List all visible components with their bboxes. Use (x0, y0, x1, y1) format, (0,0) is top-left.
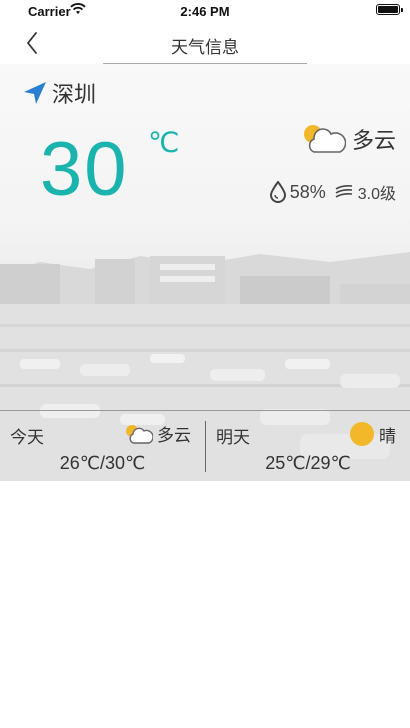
humidity-drop-icon (269, 181, 286, 203)
wind-icon (335, 185, 352, 198)
sun-icon (350, 422, 374, 446)
forecast-condition-label: 多云 (157, 426, 191, 445)
forecast-condition: 晴 (349, 421, 396, 447)
weather-details: 58% 3.0级 (269, 180, 396, 204)
location-arrow-icon (24, 82, 46, 104)
status-bar: Carrier 2:46 PM (0, 0, 410, 22)
partly-cloudy-icon (126, 424, 153, 444)
nav-bar: 天气信息 (0, 22, 410, 64)
page-title: 天气信息 (171, 38, 239, 57)
day-label: 明天 (216, 428, 250, 447)
partly-cloudy-icon (303, 125, 346, 153)
forecast-today: 今天 多云 26℃/30℃ (0, 411, 205, 482)
temperature-range: 26℃/30℃ (59, 453, 146, 473)
day-label: 今天 (10, 428, 44, 447)
temperature-unit: ℃ (148, 127, 180, 158)
status-time: 2:46 PM (180, 4, 230, 19)
forecast-condition-label: 晴 (379, 426, 396, 446)
condition-label: 多云 (351, 128, 396, 153)
humidity-value: 58% (289, 181, 326, 202)
forecast-tomorrow: 明天 晴 25℃/29℃ (206, 411, 410, 482)
forecast-strip: 今天 多云 26℃/30℃ 明天 晴 25℃/29℃ (0, 410, 410, 481)
city-name: 深圳 (52, 82, 97, 107)
wind-level: 3.0级 (357, 186, 396, 203)
location[interactable]: 深圳 (22, 77, 96, 109)
temperature-range: 25℃/29℃ (265, 453, 351, 473)
battery-icon (376, 4, 403, 15)
forecast-condition: 多云 (123, 421, 191, 446)
current-condition: 多云 (300, 122, 396, 156)
current-temperature: 30 (40, 127, 129, 212)
